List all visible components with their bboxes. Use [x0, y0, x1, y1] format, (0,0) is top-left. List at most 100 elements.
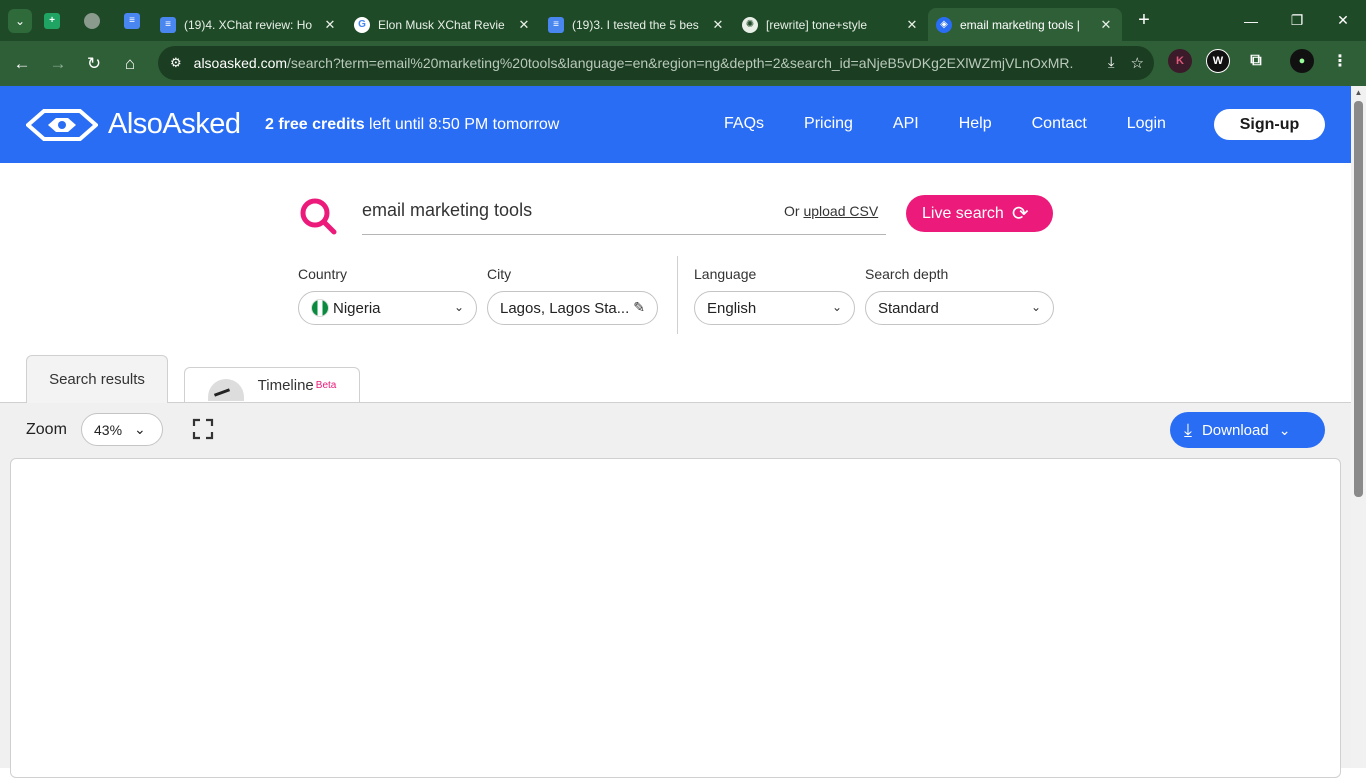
depth-select[interactable]: Standard ⌄: [865, 291, 1054, 325]
nav-contact[interactable]: Contact: [1032, 115, 1087, 133]
site-info-icon[interactable]: ⚙: [170, 55, 182, 71]
nav-login[interactable]: Login: [1127, 115, 1166, 133]
url-text[interactable]: alsoasked.com/search?term=email%20market…: [194, 55, 1074, 71]
language-value: English: [707, 299, 757, 317]
tab-search-results-label: Search results: [49, 371, 145, 388]
chevron-down-icon: ⌄: [1278, 421, 1291, 438]
main-nav: FAQs Pricing API Help Contact Login: [724, 115, 1206, 133]
country-label: Country: [298, 266, 348, 282]
fullscreen-icon[interactable]: [192, 418, 214, 440]
tab-label: (19)4. XChat review: Ho: [184, 17, 313, 32]
browser-toolbar: ← → ↻ ⌂ ⚙ alsoasked.com/search?term=emai…: [0, 41, 1366, 86]
tab-globe[interactable]: [72, 0, 112, 41]
upload-csv-prompt: Or upload CSV: [784, 203, 879, 219]
tab-timeline-label: Timeline: [257, 377, 314, 394]
docs-icon: ≡: [548, 16, 564, 33]
tab-docs[interactable]: ≡: [112, 0, 152, 41]
browser-menu-icon[interactable]: ⋮: [1328, 49, 1352, 73]
install-app-icon[interactable]: ⤓: [1108, 54, 1115, 72]
tab-alsoasked[interactable]: ◈ email marketing tools | ✕: [928, 8, 1122, 41]
site-header: AlsoAsked 2 free credits left until 8:50…: [0, 86, 1351, 163]
forward-icon[interactable]: →: [40, 46, 76, 82]
docs-icon: ≡: [160, 16, 176, 33]
minimize-icon[interactable]: —: [1228, 0, 1274, 41]
logo-text: AlsoAsked: [108, 108, 241, 140]
language-select[interactable]: English ⌄: [694, 291, 855, 325]
tab-rewrite[interactable]: ✺ [rewrite] tone+style ✕: [734, 9, 928, 41]
page-scrollbar[interactable]: ▲: [1351, 86, 1366, 768]
chevron-down-icon: ⌄: [453, 300, 464, 314]
upload-csv-link[interactable]: upload CSV: [803, 203, 878, 219]
window-close-icon[interactable]: ✕: [1320, 0, 1366, 41]
language-label: Language: [694, 266, 757, 282]
zoom-label: Zoom: [26, 421, 67, 438]
tab-label: Elon Musk XChat Revie: [378, 17, 505, 32]
chevron-down-icon: ⌄: [831, 300, 842, 314]
extension-k-icon[interactable]: K: [1168, 49, 1192, 73]
zoom-value: 43%: [94, 421, 123, 438]
city-select[interactable]: Lagos, Lagos Sta... ✎: [487, 291, 658, 325]
live-search-button[interactable]: Live search ⟳: [906, 195, 1053, 232]
chevron-down-icon: ⌄: [134, 421, 146, 437]
nav-pricing[interactable]: Pricing: [804, 115, 853, 133]
refresh-icon: ⟳: [1011, 203, 1029, 225]
nav-faqs[interactable]: FAQs: [724, 115, 764, 133]
tab-search-menu-button[interactable]: ⌄: [8, 8, 32, 33]
download-icon: ⤓: [1184, 419, 1192, 440]
address-bar[interactable]: ⚙ alsoasked.com/search?term=email%20mark…: [158, 46, 1154, 80]
city-value: Lagos, Lagos Sta...: [500, 299, 630, 317]
result-tabs: Search results Timeline Beta: [0, 355, 1351, 403]
live-search-label: Live search: [922, 204, 1004, 222]
alsoasked-logo[interactable]: AlsoAsked: [26, 108, 241, 141]
tab-search-results[interactable]: Search results: [26, 355, 168, 403]
download-label: Download: [1201, 421, 1269, 439]
logo-icon: [26, 108, 98, 141]
depth-value: Standard: [878, 299, 939, 317]
close-icon[interactable]: ✕: [1098, 17, 1114, 33]
tab-timeline[interactable]: Timeline Beta: [184, 367, 360, 403]
pencil-icon[interactable]: ✎: [633, 299, 645, 316]
profile-avatar[interactable]: ●: [1290, 49, 1314, 73]
depth-label: Search depth: [865, 266, 949, 282]
timeline-icon: [207, 378, 244, 401]
filter-divider: [677, 256, 678, 334]
tab-xchat-review[interactable]: ≡ (19)4. XChat review: Ho ✕: [152, 9, 346, 41]
window-controls: — ❐ ✕: [1228, 0, 1366, 41]
close-icon[interactable]: ✕: [516, 17, 532, 33]
close-icon[interactable]: ✕: [904, 17, 920, 33]
docs-icon: ≡: [124, 12, 140, 29]
search-icon: [298, 196, 338, 241]
results-canvas[interactable]: [10, 458, 1341, 778]
nav-help[interactable]: Help: [959, 115, 992, 133]
scroll-up-icon[interactable]: ▲: [1354, 88, 1363, 97]
home-icon[interactable]: ⌂: [112, 46, 148, 82]
restore-icon[interactable]: ❐: [1274, 0, 1320, 41]
nigeria-flag-icon: [311, 299, 329, 317]
bookmark-star-icon[interactable]: ☆: [1131, 54, 1144, 72]
tab-tested-tools[interactable]: ≡ (19)3. I tested the 5 bes ✕: [540, 9, 734, 41]
nav-api[interactable]: API: [893, 115, 919, 133]
tab-label: email marketing tools |: [960, 17, 1080, 32]
close-icon[interactable]: ✕: [710, 17, 726, 33]
new-tab-button[interactable]: +: [1130, 9, 1158, 32]
tab-sheets[interactable]: +: [32, 0, 72, 41]
tab-label: [rewrite] tone+style: [766, 17, 868, 32]
country-select[interactable]: Nigeria ⌄: [298, 291, 477, 325]
tab-google-search[interactable]: G Elon Musk XChat Revie ✕: [346, 9, 540, 41]
google-icon: G: [354, 16, 370, 33]
download-button[interactable]: ⤓ Download ⌄: [1170, 412, 1325, 448]
reload-icon[interactable]: ↻: [76, 46, 112, 82]
extensions-puzzle-icon[interactable]: ⧉: [1244, 49, 1268, 73]
alsoasked-icon: ◈: [936, 16, 952, 33]
close-icon[interactable]: ✕: [322, 17, 338, 33]
zoom-select[interactable]: 43% ⌄: [81, 413, 163, 446]
globe-icon: [84, 12, 100, 29]
extension-w-icon[interactable]: W: [1206, 49, 1230, 73]
back-icon[interactable]: ←: [4, 46, 40, 82]
city-label: City: [487, 266, 512, 282]
signup-button[interactable]: Sign-up: [1214, 109, 1325, 140]
chatgpt-icon: ✺: [742, 16, 758, 33]
tab-label: (19)3. I tested the 5 bes: [572, 17, 699, 32]
sheets-icon: +: [44, 12, 60, 29]
scrollbar-thumb[interactable]: [1354, 101, 1363, 497]
